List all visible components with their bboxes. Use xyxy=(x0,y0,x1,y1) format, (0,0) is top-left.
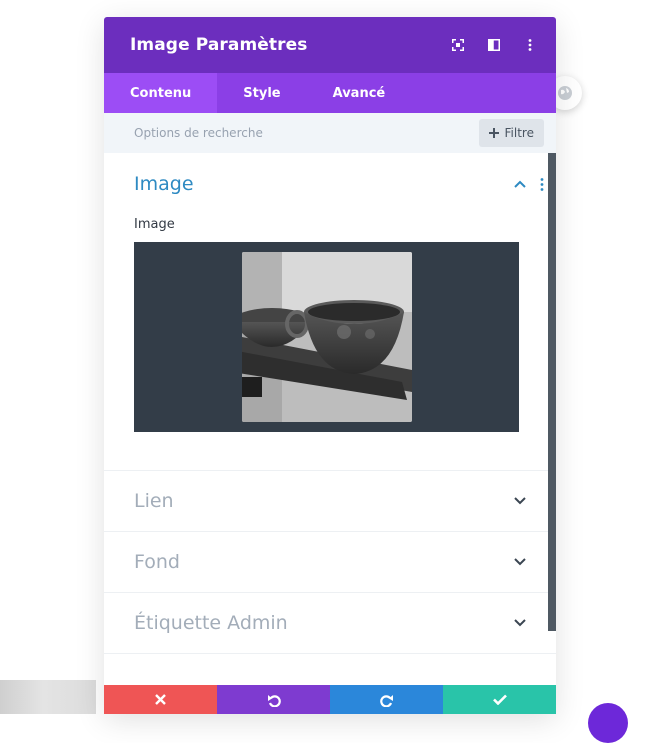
chevron-down-icon xyxy=(514,497,526,505)
chevron-down-icon xyxy=(514,619,526,627)
tab-content[interactable]: Contenu xyxy=(104,73,218,113)
close-icon xyxy=(155,694,166,705)
section-image: Image Image xyxy=(104,153,556,471)
tab-advanced[interactable]: Avancé xyxy=(307,73,412,113)
section-link-title: Lien xyxy=(134,490,174,512)
section-background-title: Fond xyxy=(134,551,180,573)
header-actions xyxy=(450,17,538,73)
modal-header: Image Paramètres xyxy=(104,17,556,73)
section-image-tools xyxy=(514,177,544,191)
fullscreen-icon[interactable] xyxy=(450,37,466,53)
modal-footer xyxy=(104,685,556,714)
split-view-icon[interactable] xyxy=(486,37,502,53)
section-image-title: Image xyxy=(134,173,194,195)
globe-icon xyxy=(558,86,572,100)
section-admin-label[interactable]: Étiquette Admin xyxy=(104,593,556,654)
filter-button[interactable]: Filtre xyxy=(478,119,544,147)
section-admin-label-title: Étiquette Admin xyxy=(134,612,288,634)
image-upload-preview[interactable] xyxy=(134,242,519,432)
chevron-down-icon xyxy=(514,558,526,566)
scrollbar[interactable] xyxy=(548,153,556,631)
undo-icon xyxy=(267,694,281,707)
filter-label: Filtre xyxy=(504,126,534,140)
redo-icon xyxy=(379,694,393,707)
save-button[interactable] xyxy=(443,685,556,714)
cancel-button[interactable] xyxy=(104,685,217,714)
settings-content: Image Image Lien Fond Étiquette Admin xyxy=(104,153,556,673)
section-background[interactable]: Fond xyxy=(104,532,556,593)
image-field-label: Image xyxy=(134,217,175,232)
search-bar: Filtre xyxy=(104,113,556,153)
undo-button[interactable] xyxy=(217,685,330,714)
search-input[interactable] xyxy=(134,126,434,140)
more-vertical-icon[interactable] xyxy=(522,37,538,53)
modal-title: Image Paramètres xyxy=(130,35,308,55)
background-image-fragment xyxy=(0,680,96,714)
floating-action-button[interactable] xyxy=(588,703,628,743)
section-image-header[interactable]: Image xyxy=(134,173,544,195)
settings-modal: Image Paramètres Contenu Style Avancé Op… xyxy=(104,17,556,714)
chevron-up-icon[interactable] xyxy=(514,180,526,188)
tab-bar: Contenu Style Avancé xyxy=(104,73,556,113)
section-link[interactable]: Lien xyxy=(104,471,556,532)
more-vertical-icon[interactable] xyxy=(540,177,544,191)
plus-icon xyxy=(488,128,499,138)
redo-button[interactable] xyxy=(330,685,443,714)
tab-style[interactable]: Style xyxy=(217,73,306,113)
check-icon xyxy=(492,694,507,705)
preview-photo xyxy=(241,252,412,422)
